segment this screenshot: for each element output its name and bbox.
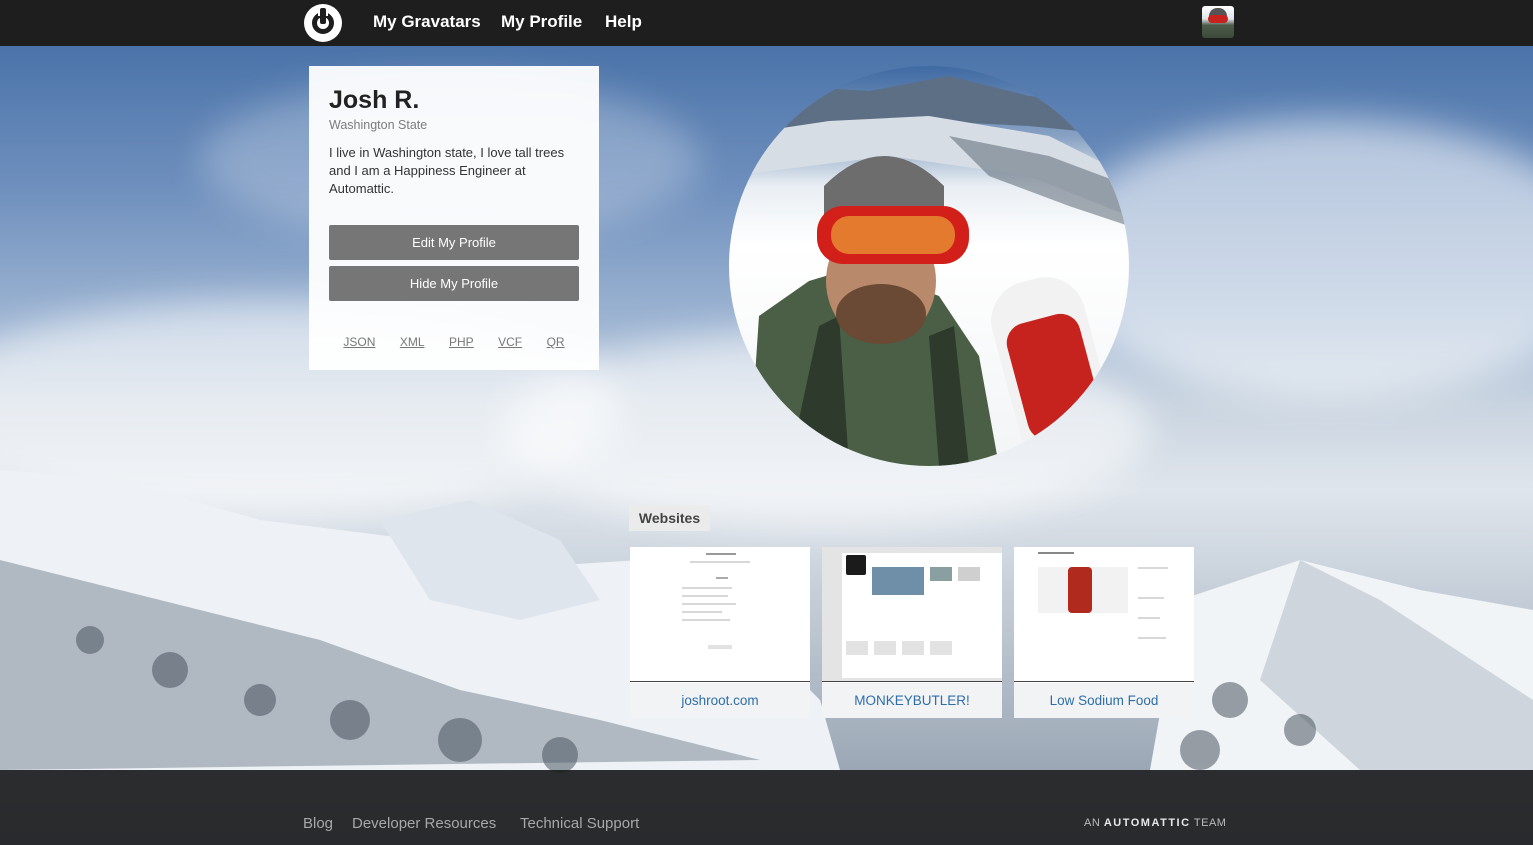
json-link[interactable]: JSON [343,335,375,349]
tagline-suffix: TEAM [1193,817,1227,829]
footer: Blog Developer Resources Technical Suppo… [0,770,1533,845]
footer-blog-link[interactable]: Blog [303,815,333,832]
profile-name: Josh R. [329,86,420,114]
websites-label: Websites [629,505,710,531]
profile-location: Washington State [329,118,428,132]
gravatar-logo-icon[interactable] [304,4,342,42]
profile-bio: I live in Washington state, I love tall … [329,145,565,196]
tagline-prefix: AN [1084,817,1101,829]
nav-my-profile[interactable]: My Profile [501,12,582,32]
nav-help[interactable]: Help [605,12,642,32]
footer-technical-support-link[interactable]: Technical Support [520,815,639,832]
top-nav: My Gravatars My Profile Help [0,0,1533,46]
website-card[interactable]: MONKEYBUTLER! [822,547,1002,718]
website-card[interactable]: Low Sodium Food [1014,547,1194,718]
user-avatar[interactable] [1202,6,1234,38]
website-thumbnail [822,547,1002,682]
website-thumbnail [1014,547,1194,682]
profile-avatar-large [729,66,1129,466]
vcf-link[interactable]: VCF [498,335,522,349]
footer-developer-resources-link[interactable]: Developer Resources [352,815,496,832]
website-thumbnail [630,547,810,682]
profile-format-links: JSON XML PHP VCF QR [309,333,599,351]
website-link[interactable]: MONKEYBUTLER! [822,683,1002,718]
hide-profile-button[interactable]: Hide My Profile [329,266,579,301]
website-card[interactable]: joshroot.com [630,547,810,718]
nav-my-gravatars[interactable]: My Gravatars [373,12,481,32]
qr-link[interactable]: QR [547,335,565,349]
automattic-tagline[interactable]: AN AUTOMATTIC TEAM [1084,817,1226,829]
edit-profile-button[interactable]: Edit My Profile [329,225,579,260]
website-link[interactable]: joshroot.com [630,683,810,718]
website-link[interactable]: Low Sodium Food [1014,683,1194,718]
automattic-brand: AUTOMATTIC [1103,817,1191,829]
php-link[interactable]: PHP [449,335,474,349]
xml-link[interactable]: XML [400,335,425,349]
profile-card: Josh R. Washington State I live in Washi… [309,66,599,370]
